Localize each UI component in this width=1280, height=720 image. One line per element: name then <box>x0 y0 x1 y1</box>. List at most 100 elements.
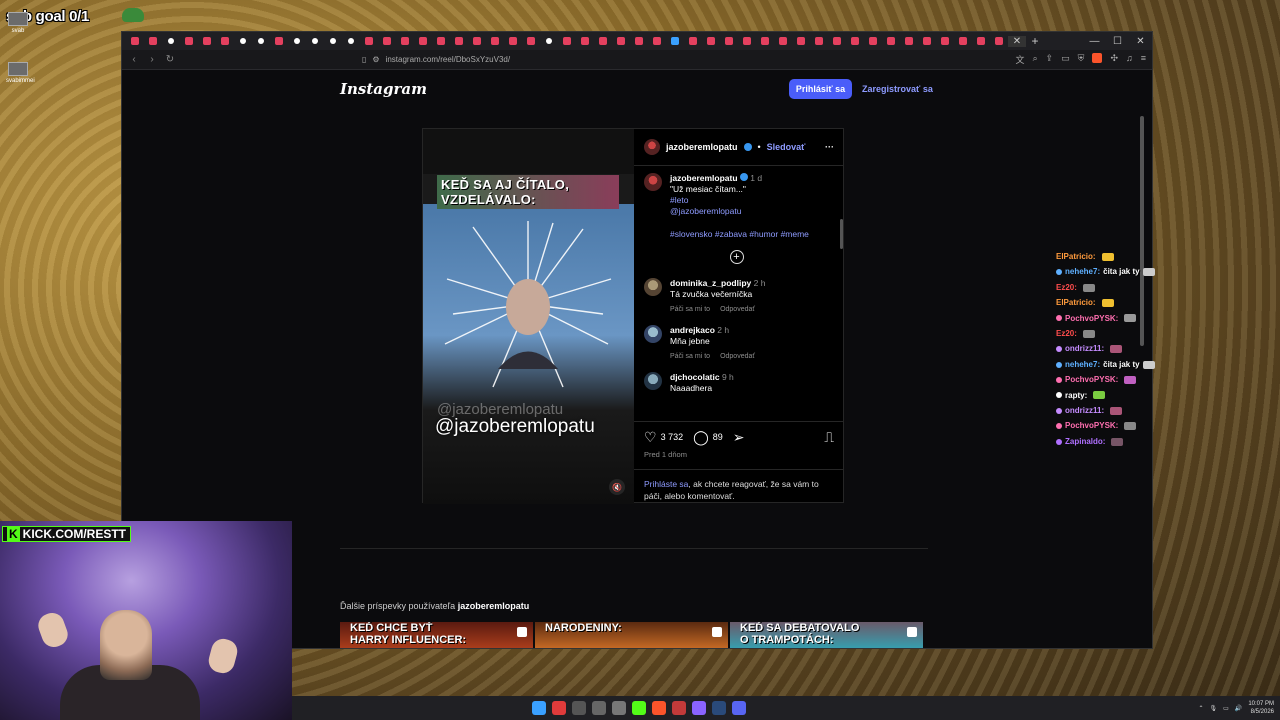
instagram-tab-icon[interactable] <box>846 32 864 50</box>
desktop-icon-svab[interactable]: svab <box>6 12 30 34</box>
xbox-app-icon[interactable] <box>572 701 586 715</box>
chat-username[interactable]: PochvoPYSK: <box>1065 372 1118 387</box>
comment-username[interactable]: djchocolatic <box>670 372 720 382</box>
instagram-tab-icon[interactable] <box>918 32 936 50</box>
chat-username[interactable]: ElPatricio: <box>1056 295 1096 310</box>
network-icon[interactable]: ▭ <box>1223 705 1229 712</box>
commenter-avatar[interactable] <box>644 372 662 390</box>
instagram-tab-icon[interactable] <box>756 32 774 50</box>
commenter-avatar[interactable] <box>644 278 662 296</box>
tray-chevron-icon[interactable]: ⌃ <box>1199 705 1204 712</box>
steam-icon[interactable] <box>712 701 726 715</box>
chat-username[interactable]: rapty: <box>1065 388 1087 403</box>
caption-mention[interactable]: @jazoberemlopatu <box>670 206 809 217</box>
instagram-tab-icon[interactable] <box>828 32 846 50</box>
chat-username[interactable]: ElPatricio: <box>1056 249 1096 264</box>
url-text[interactable]: instagram.com/reel/DboSxYzuV3d/ <box>386 55 511 64</box>
volume-icon[interactable]: 🔊 <box>1235 705 1242 712</box>
instagram-tab-icon[interactable] <box>126 32 144 50</box>
login-prompt-link[interactable]: Prihláste sa <box>644 479 688 489</box>
chat-username[interactable]: PochvoPYSK: <box>1065 418 1118 433</box>
share-icon[interactable]: ⇪ <box>1046 53 1054 66</box>
menu-icon[interactable]: ≡ <box>1141 53 1146 66</box>
instagram-tab-icon[interactable] <box>612 32 630 50</box>
browser-tab-icon[interactable] <box>666 32 684 50</box>
follow-button[interactable]: Sledovať <box>767 142 806 152</box>
discord-icon[interactable] <box>732 701 746 715</box>
instagram-tab-icon[interactable] <box>180 32 198 50</box>
comment-bubble-icon[interactable]: ◯ <box>693 430 709 444</box>
bookmark-icon[interactable]: ⎍ <box>824 430 834 444</box>
tiktok-tab-icon[interactable] <box>342 32 360 50</box>
instagram-tab-icon[interactable] <box>702 32 720 50</box>
comments-scrollbar[interactable] <box>839 169 844 421</box>
instagram-tab-icon[interactable] <box>216 32 234 50</box>
bookmark-icon[interactable]: ▯ <box>362 55 366 64</box>
address-bar[interactable]: ▯ ⚙ instagram.com/reel/DboSxYzuV3d/ <box>362 55 882 64</box>
chat-username[interactable]: ondrizz11: <box>1065 403 1104 418</box>
shield-icon[interactable]: ⛨ <box>1078 53 1085 66</box>
tab-close-icon[interactable]: ✕ <box>1008 35 1026 47</box>
instagram-tab-icon[interactable] <box>774 32 792 50</box>
caption-hashtags[interactable]: #slovensko #zabava #humor #meme <box>670 229 809 240</box>
comments-list[interactable]: jazoberemlopatu 1 d "Už mesiac čítam..."… <box>634 169 839 421</box>
translate-icon[interactable]: 文 <box>1016 53 1025 66</box>
instagram-tab-icon[interactable] <box>900 32 918 50</box>
minimize-button[interactable]: — <box>1083 36 1106 47</box>
commenter-avatar[interactable] <box>644 325 662 343</box>
app-icon-red[interactable] <box>672 701 686 715</box>
instagram-tab-icon[interactable] <box>432 32 450 50</box>
pin-app-icon[interactable] <box>552 701 566 715</box>
instagram-tab-icon[interactable] <box>468 32 486 50</box>
login-button[interactable]: Prihlásiť sa <box>789 79 852 99</box>
tiktok-tab-icon[interactable] <box>252 32 270 50</box>
brave-lion-icon[interactable] <box>1092 53 1103 63</box>
chat-username[interactable]: ondrizz11: <box>1065 341 1104 356</box>
reload-icon[interactable]: ↻ <box>164 54 176 65</box>
chat-username[interactable]: Ez20: <box>1056 280 1077 295</box>
like-comment-link[interactable]: Páči sa mi to <box>670 351 710 362</box>
instagram-tab-icon[interactable] <box>378 32 396 50</box>
brave-icon[interactable] <box>652 701 666 715</box>
comment-username[interactable]: andrejkaco <box>670 325 715 335</box>
instagram-tab-icon[interactable] <box>576 32 594 50</box>
instagram-tab-icon[interactable] <box>684 32 702 50</box>
chat-username[interactable]: nehehe7: <box>1065 357 1100 372</box>
instagram-tab-icon[interactable] <box>396 32 414 50</box>
site-info-icon[interactable]: ⚙ <box>372 55 379 64</box>
more-options-icon[interactable]: ··· <box>825 142 834 152</box>
tiktok-tab-icon[interactable] <box>324 32 342 50</box>
zoom-icon[interactable]: ⌕ <box>1033 53 1038 66</box>
instagram-tab-icon[interactable] <box>144 32 162 50</box>
reply-link[interactable]: Odpovedať <box>720 351 755 362</box>
close-window-button[interactable]: ✕ <box>1129 36 1152 47</box>
like-count[interactable]: 3 732 <box>661 432 684 442</box>
reel-video[interactable]: KEĎ SA AJ ČÍTALO, VZDELÁVALO: @jazoberem… <box>423 129 634 504</box>
register-link[interactable]: Zaregistrovať sa <box>862 79 933 99</box>
chat-username[interactable]: Zapinaldo: <box>1065 434 1105 449</box>
instagram-tab-icon[interactable] <box>648 32 666 50</box>
instagram-tab-icon[interactable] <box>738 32 756 50</box>
instagram-tab-icon[interactable] <box>486 32 504 50</box>
instagram-logo[interactable]: Instagram <box>340 80 427 98</box>
media-icon[interactable]: ♫ <box>1126 53 1133 66</box>
instagram-tab-icon[interactable] <box>270 32 288 50</box>
caption-time[interactable]: 1 d <box>750 173 762 183</box>
kick-app-icon[interactable] <box>632 701 646 715</box>
instagram-tab-icon[interactable] <box>936 32 954 50</box>
instagram-tab-icon[interactable] <box>882 32 900 50</box>
extensions-icon[interactable]: ✣ <box>1110 53 1118 66</box>
obs-icon[interactable] <box>612 701 626 715</box>
instagram-tab-icon[interactable] <box>864 32 882 50</box>
instagram-tab-icon[interactable] <box>558 32 576 50</box>
post-thumbnail[interactable]: KEĎ CHCE BYŤ HARRY INFLUENCER: <box>340 622 533 648</box>
new-tab-button[interactable]: + <box>1026 34 1044 48</box>
mute-button[interactable]: 🔇 <box>609 479 625 495</box>
chat-username[interactable]: Ez20: <box>1056 326 1077 341</box>
instagram-tab-icon[interactable] <box>594 32 612 50</box>
instagram-tab-icon[interactable] <box>504 32 522 50</box>
cast-icon[interactable]: ▭ <box>1061 53 1070 66</box>
author-username[interactable]: jazoberemlopatu <box>666 142 738 152</box>
desktop-icon-svabimmei[interactable]: svabimmei <box>6 62 35 84</box>
windows-start-icon[interactable] <box>532 701 546 715</box>
